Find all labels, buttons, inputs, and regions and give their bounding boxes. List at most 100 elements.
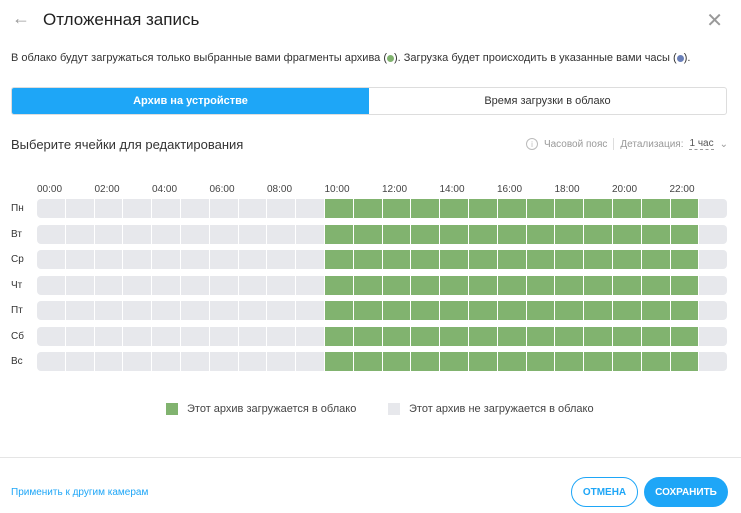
- schedule-cell[interactable]: [641, 326, 670, 346]
- schedule-cell[interactable]: [296, 275, 324, 295]
- schedule-cell[interactable]: [180, 301, 209, 320]
- schedule-cell[interactable]: [526, 352, 555, 371]
- tab-device-archive[interactable]: Архив на устройстве: [12, 88, 369, 114]
- schedule-cell[interactable]: [152, 250, 180, 269]
- schedule-cell[interactable]: [353, 301, 382, 320]
- schedule-cell[interactable]: [670, 352, 699, 371]
- schedule-cell[interactable]: [324, 224, 353, 244]
- schedule-cell[interactable]: [324, 275, 353, 295]
- schedule-cell[interactable]: [411, 352, 440, 371]
- schedule-cell[interactable]: [65, 199, 94, 218]
- schedule-cell[interactable]: [411, 224, 440, 244]
- save-button[interactable]: СОХРАНИТЬ: [644, 477, 728, 507]
- schedule-cell[interactable]: [382, 275, 411, 295]
- schedule-cell[interactable]: [699, 250, 727, 269]
- schedule-cell[interactable]: [123, 326, 152, 346]
- schedule-cell[interactable]: [180, 224, 209, 244]
- schedule-cell[interactable]: [526, 224, 555, 244]
- schedule-cell[interactable]: [584, 301, 612, 320]
- schedule-cell[interactable]: [94, 301, 123, 320]
- schedule-cell[interactable]: [37, 199, 65, 218]
- schedule-cell[interactable]: [209, 275, 238, 295]
- schedule-cell[interactable]: [497, 326, 526, 346]
- schedule-cell[interactable]: [382, 199, 411, 218]
- schedule-cell[interactable]: [526, 199, 555, 218]
- schedule-cell[interactable]: [584, 199, 612, 218]
- schedule-cell[interactable]: [612, 326, 641, 346]
- schedule-cell[interactable]: [267, 199, 296, 218]
- schedule-cell[interactable]: [123, 352, 152, 371]
- schedule-cell[interactable]: [37, 224, 65, 244]
- schedule-cell[interactable]: [353, 199, 382, 218]
- schedule-cell[interactable]: [497, 224, 526, 244]
- schedule-cell[interactable]: [440, 326, 468, 346]
- schedule-cell[interactable]: [324, 326, 353, 346]
- schedule-cell[interactable]: [555, 301, 584, 320]
- schedule-cell[interactable]: [468, 301, 497, 320]
- schedule-cell[interactable]: [555, 224, 584, 244]
- schedule-cell[interactable]: [555, 199, 584, 218]
- tab-upload-time[interactable]: Время загрузки в облако: [369, 88, 726, 114]
- schedule-cell[interactable]: [382, 224, 411, 244]
- schedule-cell[interactable]: [468, 224, 497, 244]
- schedule-cell[interactable]: [584, 224, 612, 244]
- schedule-cell[interactable]: [152, 326, 180, 346]
- schedule-cell[interactable]: [699, 326, 727, 346]
- schedule-cell[interactable]: [555, 275, 584, 295]
- schedule-cell[interactable]: [65, 301, 94, 320]
- schedule-cell[interactable]: [555, 326, 584, 346]
- schedule-cell[interactable]: [440, 301, 468, 320]
- schedule-cell[interactable]: [699, 199, 727, 218]
- schedule-cell[interactable]: [152, 352, 180, 371]
- schedule-cell[interactable]: [468, 326, 497, 346]
- schedule-cell[interactable]: [641, 352, 670, 371]
- schedule-cell[interactable]: [296, 301, 324, 320]
- schedule-cell[interactable]: [411, 199, 440, 218]
- close-icon[interactable]: ✕: [706, 8, 723, 33]
- schedule-cell[interactable]: [584, 326, 612, 346]
- schedule-cell[interactable]: [411, 326, 440, 346]
- schedule-cell[interactable]: [209, 250, 238, 269]
- schedule-cell[interactable]: [65, 326, 94, 346]
- schedule-cell[interactable]: [526, 301, 555, 320]
- schedule-cell[interactable]: [267, 250, 296, 269]
- schedule-cell[interactable]: [526, 275, 555, 295]
- apply-to-other-cameras-link[interactable]: Применить к другим камерам: [11, 487, 148, 498]
- schedule-cell[interactable]: [353, 275, 382, 295]
- schedule-cell[interactable]: [440, 275, 468, 295]
- schedule-cell[interactable]: [238, 199, 267, 218]
- schedule-cell[interactable]: [296, 199, 324, 218]
- schedule-cell[interactable]: [123, 224, 152, 244]
- schedule-cell[interactable]: [296, 352, 324, 371]
- schedule-cell[interactable]: [641, 250, 670, 269]
- schedule-cell[interactable]: [238, 352, 267, 371]
- schedule-cell[interactable]: [238, 250, 267, 269]
- schedule-cell[interactable]: [324, 301, 353, 320]
- schedule-cell[interactable]: [526, 326, 555, 346]
- schedule-cell[interactable]: [267, 275, 296, 295]
- schedule-cell[interactable]: [152, 301, 180, 320]
- schedule-cell[interactable]: [468, 275, 497, 295]
- schedule-cell[interactable]: [468, 250, 497, 269]
- schedule-cell[interactable]: [497, 301, 526, 320]
- schedule-cell[interactable]: [238, 326, 267, 346]
- schedule-cell[interactable]: [65, 224, 94, 244]
- schedule-cell[interactable]: [94, 250, 123, 269]
- schedule-cell[interactable]: [180, 250, 209, 269]
- schedule-cell[interactable]: [353, 224, 382, 244]
- schedule-cell[interactable]: [612, 301, 641, 320]
- schedule-cell[interactable]: [584, 250, 612, 269]
- schedule-cell[interactable]: [699, 301, 727, 320]
- schedule-cell[interactable]: [468, 352, 497, 371]
- schedule-cell[interactable]: [37, 250, 65, 269]
- schedule-cell[interactable]: [65, 275, 94, 295]
- schedule-cell[interactable]: [37, 352, 65, 371]
- cancel-button[interactable]: ОТМЕНА: [571, 477, 638, 507]
- schedule-cell[interactable]: [641, 275, 670, 295]
- schedule-cell[interactable]: [267, 326, 296, 346]
- schedule-cell[interactable]: [94, 352, 123, 371]
- schedule-cell[interactable]: [238, 275, 267, 295]
- schedule-cell[interactable]: [152, 199, 180, 218]
- schedule-cell[interactable]: [382, 250, 411, 269]
- schedule-cell[interactable]: [94, 199, 123, 218]
